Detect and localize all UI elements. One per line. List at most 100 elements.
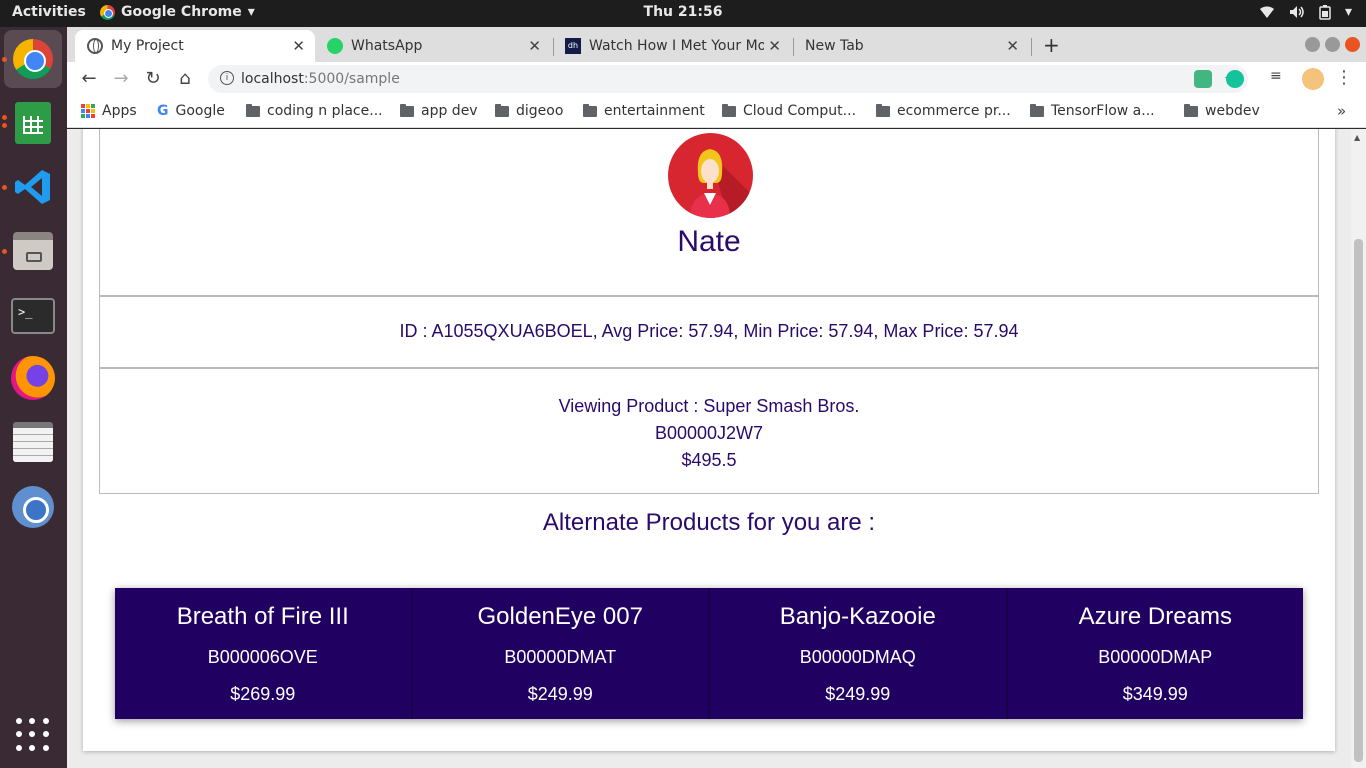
viewing-product-title: Viewing Product : Super Smash Bros. (558, 396, 860, 416)
system-top-bar: Activities Google Chrome ▾ Thu 21:56 ▾ (0, 0, 1366, 27)
whatsapp-icon (327, 38, 343, 54)
back-arrow-icon[interactable]: ← (78, 68, 100, 89)
chrome-icon (100, 4, 115, 20)
product-price: $349.99 (1122, 684, 1188, 704)
alternate-product-card[interactable]: Banjo-Kazooie B00000DMAQ $249.99 (710, 588, 1008, 719)
bookmark-folder-ecommerce[interactable]: ecommerce pr... (876, 103, 1011, 119)
profile-card: Nate ID : A1055QXUA6BOEL, Avg Price: 57.… (83, 129, 1335, 751)
apps-icon (81, 104, 95, 118)
user-name: Nate (677, 225, 741, 258)
alternate-product-card[interactable]: Breath of Fire III B000006OVE $269.99 (115, 588, 413, 719)
bookmark-folder-entertainment[interactable]: entertainment (583, 103, 705, 119)
address-bar[interactable]: i localhost:5000/sample ☆ (208, 65, 1248, 93)
site-info-icon[interactable]: i (220, 71, 234, 85)
profile-avatar[interactable] (1302, 68, 1324, 90)
dock-terminal[interactable]: >_ (10, 293, 56, 339)
close-window-button[interactable] (1345, 37, 1360, 52)
running-indicator (2, 185, 7, 190)
media-control-icon[interactable]: ≡ (1270, 68, 1288, 86)
tab-strip: My Project ✕ WhatsApp ✕ dh Watch How I M… (67, 27, 1366, 62)
tab-title: My Project (111, 38, 184, 54)
app-menu[interactable]: Google Chrome ▾ (100, 4, 255, 20)
bookmark-folder-cloud[interactable]: Cloud Comput... (722, 103, 856, 119)
home-icon[interactable]: ⌂ (174, 68, 196, 89)
close-tab-icon[interactable]: ✕ (292, 37, 305, 55)
bookmark-apps[interactable]: Apps (81, 103, 137, 119)
alternate-products-heading: Alternate Products for you are : (542, 509, 876, 536)
google-icon: G (157, 103, 169, 119)
clock[interactable]: Thu 21:56 (644, 4, 723, 20)
volume-icon (1289, 6, 1304, 18)
running-indicator (2, 57, 7, 62)
product-asin: B00000DMAP (1098, 647, 1213, 667)
new-tab-plus-icon[interactable]: + (1043, 33, 1060, 57)
product-price: $249.99 (825, 684, 891, 704)
dock-chrome[interactable] (4, 30, 62, 88)
close-tab-icon[interactable]: ✕ (1006, 37, 1019, 55)
folder-icon (722, 103, 736, 117)
minimize-window-button[interactable] (1305, 37, 1320, 52)
dock-chromium[interactable] (10, 484, 56, 530)
bookmarks-bar: Apps G Google coding n place... app dev … (67, 96, 1366, 128)
tab-title: Watch How I Met Your Mo (589, 38, 764, 54)
dock-vscode[interactable] (10, 164, 56, 210)
system-tray[interactable]: ▾ (1259, 4, 1352, 20)
alternate-products-row: Breath of Fire III B000006OVE $269.99 Go… (115, 588, 1303, 719)
wifi-icon (1259, 6, 1274, 18)
bookmark-label: Apps (102, 103, 137, 119)
close-tab-icon[interactable]: ✕ (528, 37, 541, 55)
browser-toolbar: ← → ↻ ⌂ i localhost:5000/sample ☆ ≡ ⋮ (67, 62, 1366, 96)
show-applications-icon[interactable] (16, 718, 50, 752)
bookmark-label: TensorFlow a... (1051, 103, 1155, 119)
chrome-icon (13, 39, 53, 79)
forward-arrow-icon[interactable]: → (110, 68, 132, 89)
bookmark-folder-app-dev[interactable]: app dev (400, 103, 478, 119)
tab-my-project[interactable]: My Project ✕ (75, 30, 315, 62)
product-price: $269.99 (230, 684, 296, 704)
page-scrollbar[interactable]: ▲ (1351, 129, 1366, 768)
bookmark-label: entertainment (604, 103, 705, 119)
tab-title: WhatsApp (351, 38, 423, 54)
scroll-up-arrow-icon[interactable]: ▲ (1354, 133, 1360, 142)
tab-new-tab[interactable]: New Tab ✕ (793, 30, 1029, 62)
streaming-site-icon: dh (565, 38, 581, 54)
person-avatar-icon (690, 149, 753, 218)
folder-icon (1184, 103, 1198, 117)
vscode-icon (15, 170, 50, 204)
bookmark-folder-digeoo[interactable]: digeoo (495, 103, 563, 119)
product-asin: B000006OVE (207, 647, 318, 667)
more-menu-icon[interactable]: ⋮ (1335, 67, 1353, 88)
grammarly-icon[interactable] (1226, 70, 1244, 88)
dock: >_ (0, 27, 67, 768)
product-asin: B00000DMAQ (799, 647, 916, 667)
scrollbar-thumb[interactable] (1354, 239, 1363, 762)
battery-icon (1319, 4, 1331, 20)
maximize-window-button[interactable] (1325, 37, 1340, 52)
dock-text-editor[interactable] (10, 419, 56, 465)
reload-icon[interactable]: ↻ (142, 68, 164, 89)
bookmark-google[interactable]: G Google (157, 103, 225, 119)
firefox-icon (11, 356, 55, 400)
dock-files[interactable] (10, 228, 56, 274)
bookmark-folder-tensorflow[interactable]: TensorFlow a... (1030, 103, 1155, 119)
system-menu-arrow-icon: ▾ (1344, 4, 1352, 20)
files-icon (13, 232, 53, 270)
alternate-product-card[interactable]: GoldenEye 007 B00000DMAT $249.99 (413, 588, 710, 719)
text-editor-icon (13, 422, 53, 462)
tab-whatsapp[interactable]: WhatsApp ✕ (315, 30, 551, 62)
alternate-product-card[interactable]: Azure Dreams B00000DMAP $349.99 (1008, 588, 1304, 719)
bookmark-folder-coding[interactable]: coding n place... (246, 103, 383, 119)
page-viewport: Nate ID : A1055QXUA6BOEL, Avg Price: 57.… (67, 129, 1351, 768)
dock-firefox[interactable] (10, 355, 56, 401)
folder-icon (246, 103, 260, 117)
dock-spreadsheet[interactable] (10, 100, 56, 146)
extension-save-icon[interactable] (1194, 70, 1212, 88)
bookmark-folder-webdev[interactable]: webdev (1184, 103, 1260, 119)
activities-button[interactable]: Activities (12, 4, 86, 20)
viewing-product-price: $495.5 (681, 450, 737, 470)
close-tab-icon[interactable]: ✕ (768, 37, 781, 55)
product-asin: B00000DMAT (504, 647, 617, 667)
bookmarks-overflow-icon[interactable]: » (1337, 102, 1346, 120)
tab-how-i-met-your-mother[interactable]: dh Watch How I Met Your Mo ✕ (553, 30, 791, 62)
folder-icon (876, 103, 890, 117)
